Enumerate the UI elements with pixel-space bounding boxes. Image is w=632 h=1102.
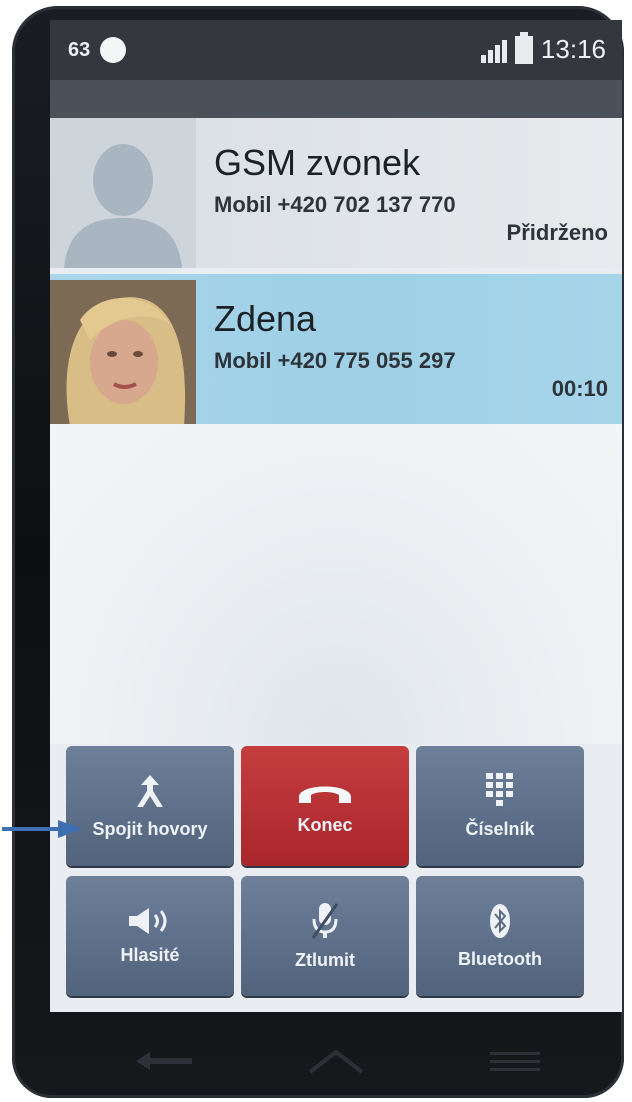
contact-photo — [50, 280, 196, 426]
call-controls: Spojit hovory Konec Číselník Hlasité Ztl… — [66, 746, 608, 1002]
bluetooth-label: Bluetooth — [458, 948, 542, 969]
call-background — [50, 424, 622, 744]
speaker-button[interactable]: Hlasité — [66, 876, 234, 996]
end-call-button[interactable]: Konec — [241, 746, 409, 866]
battery-icon — [514, 31, 533, 64]
call-header-bar — [50, 80, 622, 118]
annotation-arrow-icon — [2, 820, 82, 838]
dialpad-label: Číselník — [465, 818, 535, 839]
caller-name: GSM zvonek — [214, 142, 421, 183]
avatar-placeholder-icon — [50, 118, 196, 268]
notification-dot-icon — [100, 37, 127, 63]
speaker-icon — [129, 907, 167, 934]
call-duration: 00:10 — [551, 376, 608, 401]
phone-frame: 63 13:16 GSM zvonek Mobil +420 702 137 7… — [12, 6, 624, 1098]
microphone-muted-icon — [311, 902, 339, 939]
menu-icon[interactable] — [490, 1050, 540, 1072]
clock: 13:16 — [540, 34, 606, 64]
end-call-label: Konec — [297, 814, 353, 835]
caller-number: Mobil +420 775 055 297 — [214, 348, 456, 373]
navigation-bar — [50, 1022, 622, 1094]
back-icon[interactable] — [134, 1050, 194, 1072]
call-status-held: Přidrženo — [506, 220, 608, 245]
notification-count: 63 — [68, 38, 91, 61]
notification-area: 63 — [68, 37, 127, 63]
caller-number: Mobil +420 702 137 770 — [214, 192, 456, 217]
caller-name: Zdena — [214, 298, 317, 339]
hang-up-icon — [299, 786, 351, 803]
home-icon[interactable] — [308, 1050, 364, 1074]
merge-calls-button[interactable]: Spojit hovory — [66, 746, 234, 866]
status-icons: 13:16 — [480, 31, 606, 65]
mute-button[interactable]: Ztlumit — [241, 876, 409, 996]
dialpad-icon — [486, 772, 513, 806]
bluetooth-button[interactable]: Bluetooth — [416, 876, 584, 996]
mute-label: Ztlumit — [295, 949, 355, 970]
phone-screen: 63 13:16 GSM zvonek Mobil +420 702 137 7… — [50, 20, 622, 1012]
signal-icon — [480, 37, 507, 63]
merge-calls-icon — [137, 774, 163, 807]
speaker-label: Hlasité — [120, 944, 180, 965]
held-call-card[interactable]: GSM zvonek Mobil +420 702 137 770 Přidrž… — [50, 118, 622, 268]
dialpad-button[interactable]: Číselník — [416, 746, 584, 866]
merge-calls-label: Spojit hovory — [92, 818, 208, 839]
status-bar: 63 13:16 — [50, 20, 622, 80]
bluetooth-icon — [490, 903, 510, 938]
active-call-card[interactable]: Zdena Mobil +420 775 055 297 00:10 — [50, 274, 622, 426]
